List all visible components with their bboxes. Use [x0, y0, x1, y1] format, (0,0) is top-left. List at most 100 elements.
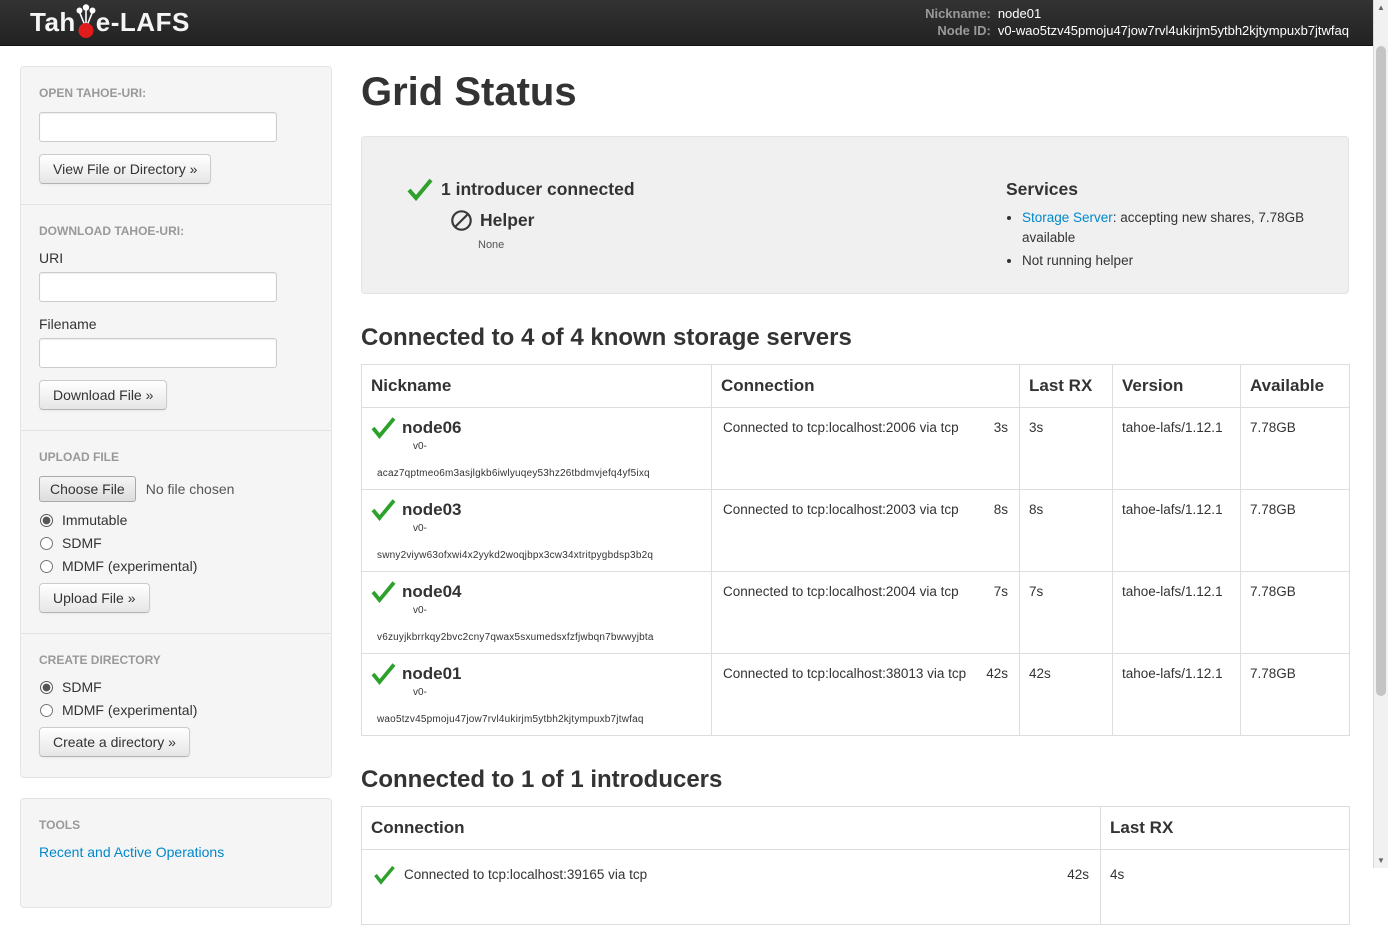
server-id-prefix: v0-: [413, 605, 703, 616]
introducer-last-rx-cell: 4s: [1101, 850, 1350, 925]
logo-text-pre: Tah: [30, 7, 76, 38]
connection-cell: Connected to tcp:localhost:38013 via tcp…: [712, 654, 1020, 736]
tools-box: TOOLS Recent and Active Operations: [20, 798, 332, 908]
introducers-heading: Connected to 1 of 1 introducers: [361, 766, 1349, 794]
view-file-button[interactable]: View File or Directory »: [39, 154, 211, 184]
available-cell: 7.78GB: [1241, 572, 1350, 654]
top-navbar: Tah e-LAFS Nickname: node01 Node ID: v0-…: [0, 0, 1388, 46]
col-version: Version: [1113, 365, 1241, 408]
connection-time: 3s: [994, 420, 1008, 435]
connected-check-icon: [370, 416, 397, 439]
scrollbar-down-icon[interactable]: ▼: [1374, 853, 1388, 868]
vertical-scrollbar[interactable]: ▲ ▼: [1373, 0, 1388, 868]
helper-status-value: None: [478, 239, 1006, 251]
nickname-value: node01: [998, 7, 1349, 21]
upload-format-immutable[interactable]: Immutable: [39, 512, 313, 528]
services-title: Services: [1006, 179, 1328, 200]
scrollbar-thumb[interactable]: [1376, 46, 1386, 696]
connection-text: Connected to tcp:localhost:2004 via tcp: [723, 584, 959, 599]
version-cell: tahoe-lafs/1.12.1: [1113, 490, 1241, 572]
connected-check-icon: [373, 865, 396, 885]
version-cell: tahoe-lafs/1.12.1: [1113, 654, 1241, 736]
col-last-rx: Last RX: [1020, 365, 1113, 408]
storage-server-link[interactable]: Storage Server: [1022, 210, 1113, 225]
server-id-prefix: v0-: [413, 687, 703, 698]
storage-server-row: node04 v0- v6zuyjkbrrkqy2bvc2cny7qwax5sx…: [362, 572, 1350, 654]
upload-format-mdmf[interactable]: MDMF (experimental): [39, 558, 313, 574]
server-id-hash: v6zuyjkbrrkqy2bvc2cny7qwax5sxumedsxfzfjw…: [377, 632, 703, 643]
services-list: Storage Server: accepting new shares, 7.…: [1006, 208, 1328, 271]
sidebar-forms-box: OPEN TAHOE-URI: View File or Directory »…: [20, 66, 332, 778]
choose-file-button[interactable]: Choose File: [39, 476, 136, 502]
upload-mdmf-radio[interactable]: [40, 560, 53, 573]
main-content: Grid Status 1 introducer connected Helpe…: [361, 66, 1349, 925]
services-block: Services Storage Server: accepting new s…: [1006, 137, 1328, 293]
col-intro-connection: Connection: [362, 807, 1101, 850]
server-nickname: node04: [402, 582, 462, 602]
introducer-status-text: 1 introducer connected: [441, 179, 635, 200]
nickname-cell: node01 v0- wao5tzv45pmoju47jow7rvl4ukirj…: [362, 654, 712, 736]
tahoe-logo-o-icon: [75, 2, 97, 40]
download-uri-input[interactable]: [39, 272, 277, 302]
download-uri-label: DOWNLOAD TAHOE-URI:: [39, 224, 313, 238]
available-cell: 7.78GB: [1241, 408, 1350, 490]
upload-file-button[interactable]: Upload File »: [39, 583, 150, 613]
recent-operations-link[interactable]: Recent and Active Operations: [39, 844, 224, 860]
dir-mdmf-radio-label: MDMF (experimental): [62, 702, 197, 718]
page-title: Grid Status: [361, 70, 1349, 114]
dir-format-mdmf[interactable]: MDMF (experimental): [39, 702, 313, 718]
download-filename-input[interactable]: [39, 338, 277, 368]
introducers-table-header-row: Connection Last RX: [362, 807, 1350, 850]
connected-check-icon: [370, 498, 397, 521]
immutable-radio-label: Immutable: [62, 512, 127, 528]
upload-sdmf-radio[interactable]: [40, 537, 53, 550]
last-rx-cell: 42s: [1020, 654, 1113, 736]
server-id-hash: wao5tzv45pmoju47jow7rvl4ukirjm5ytbh2kjty…: [377, 714, 703, 725]
introducer-connection-cell: Connected to tcp:localhost:39165 via tcp…: [362, 850, 1101, 925]
nickname-cell: node03 v0- swny2viyw63ofxwi4x2yykd2woqjb…: [362, 490, 712, 572]
connection-cell: Connected to tcp:localhost:2006 via tcp …: [712, 408, 1020, 490]
logo-text-post: e-LAFS: [96, 7, 190, 38]
last-rx-cell: 8s: [1020, 490, 1113, 572]
connected-check-icon: [370, 580, 397, 603]
col-available: Available: [1241, 365, 1350, 408]
server-nickname: node03: [402, 500, 462, 520]
storage-server-row: node01 v0- wao5tzv45pmoju47jow7rvl4ukirj…: [362, 654, 1350, 736]
status-block: 1 introducer connected Helper None: [382, 137, 1006, 293]
storage-servers-table: Nickname Connection Last RX Version Avai…: [361, 364, 1350, 736]
upload-file-label: UPLOAD FILE: [39, 450, 313, 464]
dir-sdmf-radio[interactable]: [40, 681, 53, 694]
create-directory-label: CREATE DIRECTORY: [39, 653, 313, 667]
server-id-hash: swny2viyw63ofxwi4x2yykd2woqjbpx3cw34xtri…: [377, 550, 703, 561]
node-id-label: Node ID:: [925, 24, 991, 38]
col-connection: Connection: [712, 365, 1020, 408]
server-id-hash: acaz7qptmeo6m3asjlgkb6iwlyuqey53hz26tbdm…: [377, 468, 703, 479]
upload-format-sdmf[interactable]: SDMF: [39, 535, 313, 551]
immutable-radio[interactable]: [40, 514, 53, 527]
storage-server-row: node06 v0- acaz7qptmeo6m3asjlgkb6iwlyuqe…: [362, 408, 1350, 490]
introducers-table: Connection Last RX Connected to tcp:loca…: [361, 806, 1350, 925]
server-id-prefix: v0-: [413, 441, 703, 452]
connection-time: 42s: [986, 666, 1008, 681]
scrollbar-up-icon[interactable]: ▲: [1374, 0, 1388, 15]
download-file-button[interactable]: Download File »: [39, 380, 167, 410]
dir-format-sdmf[interactable]: SDMF: [39, 679, 313, 695]
connection-text: Connected to tcp:localhost:2006 via tcp: [723, 420, 959, 435]
nickname-cell: node04 v0- v6zuyjkbrrkqy2bvc2cny7qwax5sx…: [362, 572, 712, 654]
sidebar: OPEN TAHOE-URI: View File or Directory »…: [20, 66, 332, 925]
last-rx-cell: 7s: [1020, 572, 1113, 654]
open-uri-input[interactable]: [39, 112, 277, 142]
create-directory-button[interactable]: Create a directory »: [39, 727, 190, 757]
uri-field-label: URI: [39, 250, 313, 266]
version-cell: tahoe-lafs/1.12.1: [1113, 408, 1241, 490]
connection-time: 7s: [994, 584, 1008, 599]
dir-mdmf-radio[interactable]: [40, 704, 53, 717]
connection-time: 8s: [994, 502, 1008, 517]
storage-server-service-item: Storage Server: accepting new shares, 7.…: [1022, 208, 1328, 247]
status-well: 1 introducer connected Helper None Servi…: [361, 136, 1349, 294]
upload-file-section: UPLOAD FILE Choose File No file chosen I…: [21, 430, 331, 633]
connection-cell: Connected to tcp:localhost:2003 via tcp …: [712, 490, 1020, 572]
helper-service-item: Not running helper: [1022, 251, 1328, 271]
filename-field-label: Filename: [39, 316, 313, 332]
connection-cell: Connected to tcp:localhost:2004 via tcp …: [712, 572, 1020, 654]
